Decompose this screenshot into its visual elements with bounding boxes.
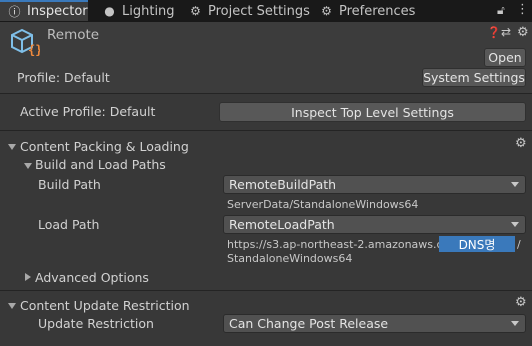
chevron-down-icon <box>511 321 519 326</box>
foldout-arrow-icon[interactable] <box>8 144 16 150</box>
tab-label: Project Settings <box>208 3 310 19</box>
build-load-paths-title[interactable]: Build and Load Paths <box>35 157 166 172</box>
build-path-label: Build Path <box>38 177 101 192</box>
foldout-arrow-icon[interactable] <box>24 163 32 169</box>
open-button[interactable]: Open <box>484 48 526 67</box>
gear-icon: ⚙ <box>190 4 201 18</box>
svg-text:{}: {} <box>28 43 40 57</box>
content-update-title[interactable]: Content Update Restriction <box>20 298 190 313</box>
inspect-top-level-settings-button[interactable]: Inspect Top Level Settings <box>219 102 526 122</box>
settings-icon[interactable]: ⚙ <box>517 25 529 40</box>
divider <box>0 290 532 291</box>
asset-title: Remote <box>47 27 100 43</box>
section-settings-icon[interactable]: ⚙ <box>515 136 527 151</box>
tab-label: Preferences <box>339 3 416 19</box>
preset-icon[interactable]: ⇄ <box>501 25 511 39</box>
divider <box>0 93 532 94</box>
tab-bar: ⓘ Inspector ● Lighting ⚙ Project Setting… <box>0 0 532 22</box>
build-path-dropdown[interactable]: RemoteBuildPath <box>223 175 526 194</box>
load-path-resolved-suffix: / <box>517 238 521 251</box>
load-path-resolved-prefix: https://s3.ap-northeast-2.amazonaws.com/ <box>227 238 464 251</box>
profile-label: Profile: Default <box>17 70 110 85</box>
dns-highlight: DNS명 <box>439 236 515 252</box>
load-path-label: Load Path <box>38 217 100 232</box>
update-restriction-value: Can Change Post Release <box>229 316 389 331</box>
load-path-dropdown[interactable]: RemoteLoadPath <box>223 215 526 234</box>
asset-cube-icon: {} <box>11 28 40 57</box>
section-settings-icon[interactable]: ⚙ <box>515 295 527 310</box>
tab-project-settings[interactable]: ⚙ Project Settings <box>189 0 310 22</box>
foldout-arrow-icon[interactable] <box>8 303 16 309</box>
tab-lighting[interactable]: ● Lighting <box>103 0 175 22</box>
content-packing-title[interactable]: Content Packing & Loading <box>20 139 189 154</box>
build-path-resolved: ServerData/StandaloneWindows64 <box>227 198 419 211</box>
load-path-resolved-line2: StandaloneWindows64 <box>227 252 353 265</box>
tab-inspector[interactable]: ⓘ Inspector <box>0 0 88 21</box>
build-path-value: RemoteBuildPath <box>229 177 337 192</box>
lock-icon[interactable]: 🔓︎ <box>497 3 505 18</box>
info-icon: ⓘ <box>8 5 21 19</box>
tab-label: Lighting <box>122 3 175 19</box>
chevron-down-icon <box>511 222 519 227</box>
tab-label: Inspector <box>27 4 88 19</box>
lightbulb-icon: ● <box>104 4 115 18</box>
kebab-menu-icon[interactable]: ⋮ <box>516 2 529 17</box>
advanced-options-label[interactable]: Advanced Options <box>35 270 149 285</box>
update-restriction-dropdown[interactable]: Can Change Post Release <box>223 314 526 333</box>
foldout-arrow-icon[interactable] <box>25 273 31 281</box>
system-settings-button[interactable]: System Settings <box>422 68 526 87</box>
gear-icon: ⚙ <box>321 4 332 18</box>
active-profile-label: Active Profile: Default <box>20 104 156 119</box>
load-path-value: RemoteLoadPath <box>229 217 335 232</box>
tab-preferences[interactable]: ⚙ Preferences <box>320 0 415 22</box>
update-restriction-label: Update Restriction <box>38 316 154 331</box>
divider <box>0 130 532 131</box>
help-icon[interactable]: ❓ <box>487 26 501 39</box>
chevron-down-icon <box>511 182 519 187</box>
